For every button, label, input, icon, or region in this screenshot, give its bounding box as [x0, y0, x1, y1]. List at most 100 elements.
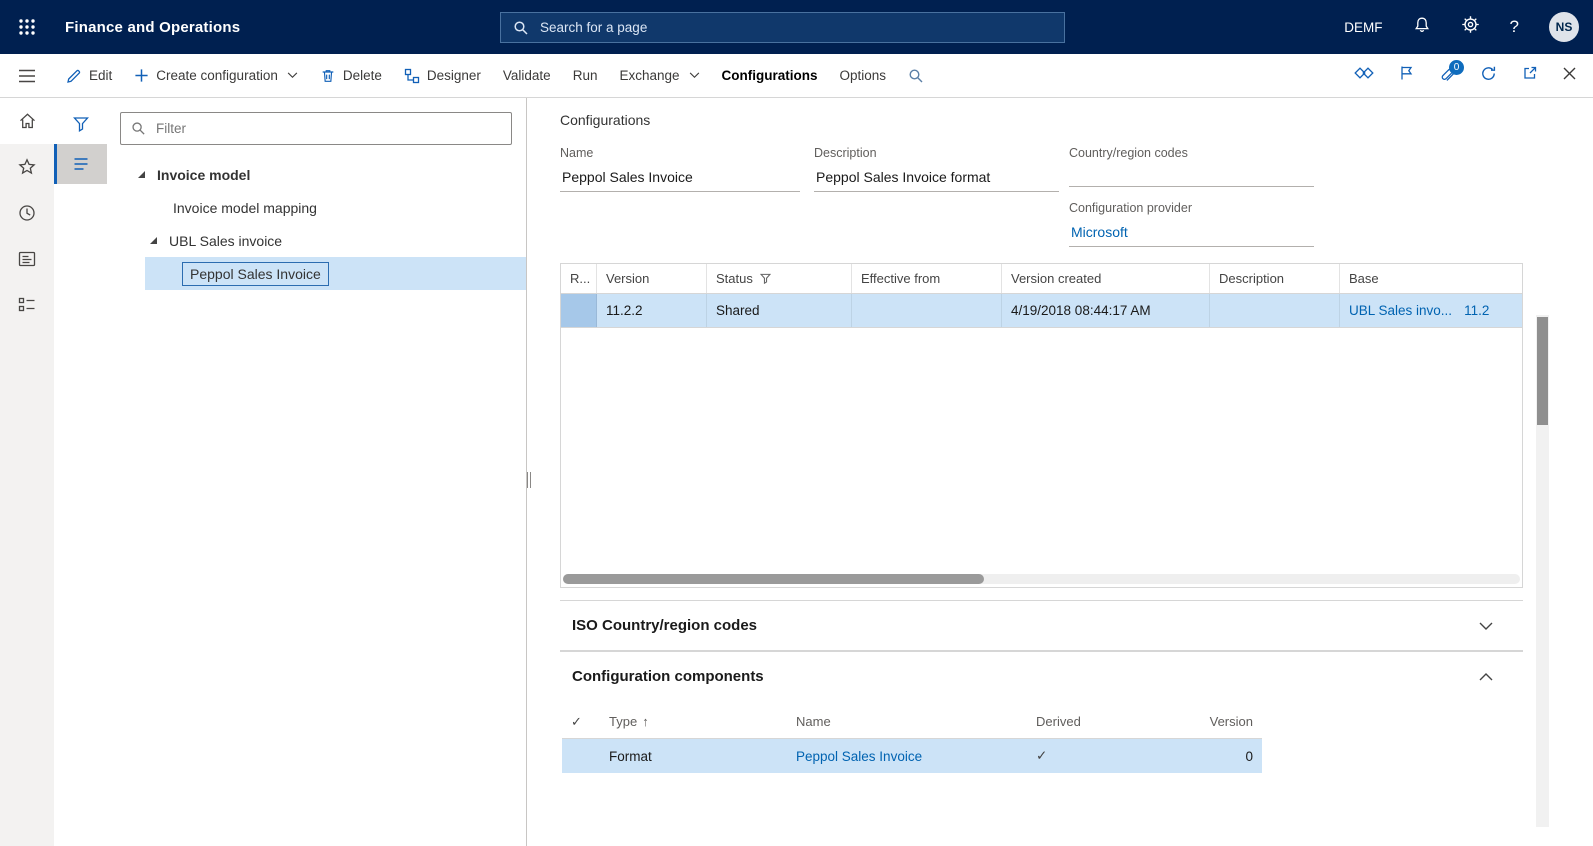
nav-toggle-button[interactable] [0, 54, 54, 98]
delete-button[interactable]: Delete [320, 68, 382, 84]
designer-icon [404, 68, 420, 83]
column-header-name[interactable]: Name [787, 714, 1027, 729]
country-region-value[interactable] [1069, 169, 1314, 187]
tree-item-invoice-model-mapping[interactable]: Invoice model mapping [120, 191, 526, 224]
tree-area: Invoice model Invoice model mapping UBL … [107, 98, 526, 846]
configuration-provider-link[interactable]: Microsoft [1071, 224, 1128, 240]
version-cell[interactable]: 11.2.2 [597, 294, 707, 327]
column-header-version[interactable]: Version [1192, 714, 1262, 729]
effective-from-cell[interactable] [852, 294, 1002, 327]
expanded-arrow-icon[interactable] [138, 171, 145, 178]
nav-workspace-button[interactable] [0, 236, 54, 282]
column-header-effective-from[interactable]: Effective from [852, 264, 1002, 293]
column-header-description[interactable]: Description [1210, 264, 1340, 293]
column-header-version-created[interactable]: Version created [1002, 264, 1210, 293]
configuration-provider-field: Configuration provider Microsoft [1069, 201, 1314, 247]
nav-home-button[interactable] [0, 98, 54, 144]
tab-configurations[interactable]: Configurations [722, 68, 818, 83]
select-all-check-icon[interactable]: ✓ [562, 714, 600, 730]
company-picker[interactable]: DEMF [1344, 20, 1382, 35]
base-configuration-link[interactable]: UBL Sales invo... [1349, 303, 1452, 318]
settings-button[interactable] [1461, 15, 1480, 39]
component-row[interactable]: Format Peppol Sales Invoice ✓ 0 [562, 739, 1262, 773]
nav-modules-button[interactable] [0, 282, 54, 328]
open-in-new-window-icon [1524, 66, 1537, 79]
vertical-scrollbar-thumb[interactable] [1537, 317, 1548, 425]
create-configuration-button[interactable]: Create configuration [134, 68, 298, 83]
column-header-repository[interactable]: R... [561, 264, 597, 293]
tree-view-tool-button[interactable] [54, 144, 107, 184]
close-icon [1563, 67, 1576, 79]
column-header-status[interactable]: Status [707, 264, 852, 293]
column-header-type[interactable]: Type ↑ [600, 714, 787, 729]
page-body: Invoice model Invoice model mapping UBL … [0, 98, 1593, 846]
close-button[interactable] [1563, 67, 1576, 85]
tree-filter-box[interactable] [120, 112, 512, 145]
filter-tool-button[interactable] [54, 104, 107, 144]
top-navigation-bar: Finance and Operations DEMF ? [0, 0, 1593, 54]
column-header-base[interactable]: Base [1340, 264, 1522, 293]
sort-ascending-icon: ↑ [642, 714, 649, 729]
horizontal-scrollbar-thumb[interactable] [563, 574, 985, 584]
component-name-link[interactable]: Peppol Sales Invoice [796, 749, 922, 764]
page-search-box[interactable] [500, 12, 1065, 43]
attachments-button[interactable]: 0 [1439, 60, 1464, 84]
action-search-button[interactable] [908, 68, 924, 84]
tab-options[interactable]: Options [840, 68, 887, 83]
component-version-cell[interactable]: 0 [1192, 749, 1262, 764]
name-value[interactable]: Peppol Sales Invoice [560, 169, 800, 192]
app-launcher-button[interactable] [0, 0, 54, 54]
refresh-icon [1482, 66, 1496, 80]
open-in-new-window-button[interactable] [1522, 65, 1538, 86]
tree-filter-input[interactable] [154, 120, 501, 137]
notifications-button[interactable] [1413, 16, 1431, 39]
funnel-icon [72, 117, 89, 132]
apps-button[interactable] [1354, 65, 1374, 86]
expanded-arrow-icon[interactable] [150, 237, 157, 244]
status-cell[interactable]: Shared [707, 294, 852, 327]
horizontal-scrollbar[interactable] [563, 574, 1520, 584]
search-icon [132, 122, 145, 135]
iso-codes-section-header[interactable]: ISO Country/region codes [560, 600, 1523, 650]
version-row[interactable]: 11.2.2 Shared 4/19/2018 08:44:17 AM UBL … [561, 294, 1522, 328]
splitter-grip[interactable] [527, 472, 531, 488]
flag-button[interactable] [1399, 65, 1414, 86]
validate-button[interactable]: Validate [503, 68, 551, 83]
vertical-scrollbar[interactable] [1536, 315, 1549, 827]
nav-favorites-button[interactable] [0, 144, 54, 190]
row-selector-cell[interactable] [561, 294, 597, 327]
name-label: Name [560, 146, 594, 160]
type-cell[interactable]: Format [600, 749, 787, 764]
plus-icon [135, 69, 148, 82]
column-header-derived[interactable]: Derived [1027, 714, 1192, 729]
configuration-components-section-header[interactable]: Configuration components [560, 651, 1523, 701]
description-cell[interactable] [1210, 294, 1340, 327]
action-pane-buttons: Edit Create configuration Delete Designe… [54, 68, 924, 84]
description-label: Description [814, 146, 877, 160]
help-button[interactable]: ? [1510, 17, 1519, 37]
edit-button[interactable]: Edit [66, 68, 112, 84]
versions-grid: R... Version Status Effective from Versi… [560, 263, 1523, 588]
designer-button[interactable]: Designer [404, 68, 481, 84]
bell-icon [1414, 17, 1429, 32]
tree-item-invoice-model[interactable]: Invoice model [120, 158, 526, 191]
avatar[interactable]: NS [1549, 12, 1579, 42]
page-search-input[interactable] [538, 19, 1052, 36]
refresh-button[interactable] [1480, 65, 1497, 87]
search-icon [909, 68, 923, 82]
tree-item-peppol-sales-invoice[interactable]: Peppol Sales Invoice [145, 257, 526, 290]
exchange-button[interactable]: Exchange [619, 68, 699, 83]
filter-applied-icon [759, 273, 771, 284]
waffle-icon [19, 19, 35, 35]
nav-recent-button[interactable] [0, 190, 54, 236]
column-header-version[interactable]: Version [597, 264, 707, 293]
description-value[interactable]: Peppol Sales Invoice format [814, 169, 1059, 192]
tree-item-ubl-sales-invoice[interactable]: UBL Sales invoice [120, 224, 526, 257]
configurations-tab-label: Configurations [721, 68, 818, 83]
iso-codes-section: ISO Country/region codes [560, 600, 1523, 651]
home-icon [19, 113, 35, 129]
run-button[interactable]: Run [573, 68, 598, 83]
version-created-cell[interactable]: 4/19/2018 08:44:17 AM [1002, 294, 1210, 327]
base-version-link[interactable]: 11.2 [1464, 303, 1489, 318]
hamburger-icon [19, 69, 35, 82]
